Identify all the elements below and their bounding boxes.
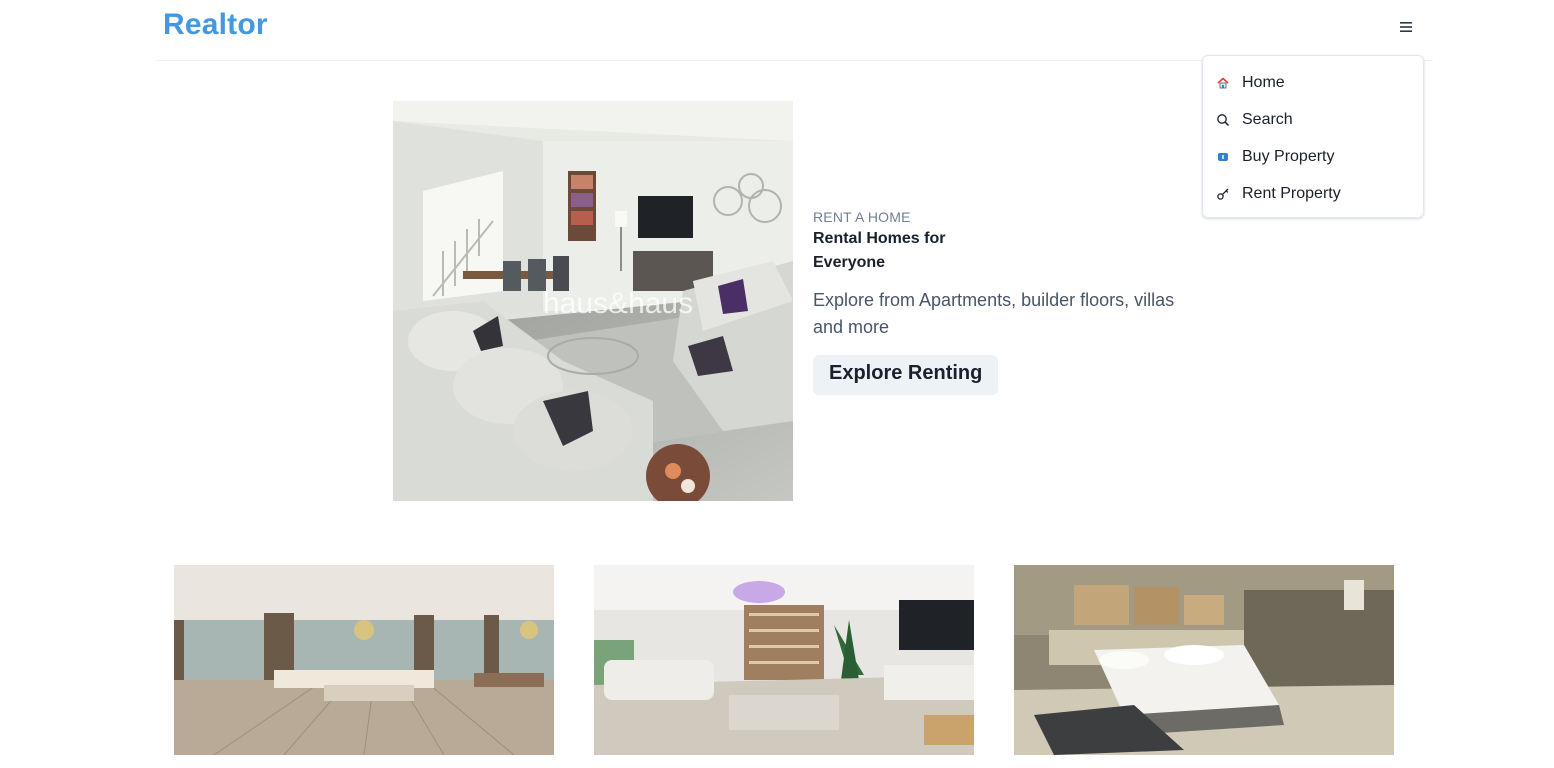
nav-dropdown-menu: Home Search Buy Property Rent Property [1202,55,1424,218]
banner-purpose: RENT A HOME [813,209,911,225]
menu-item-rent-property[interactable]: Rent Property [1203,175,1423,212]
menu-item-label: Buy Property [1242,147,1335,165]
brand-logo[interactable]: Realtor [163,8,268,42]
banner-title: Rental Homes for Everyone [813,230,946,271]
property-card-image[interactable] [594,565,974,755]
menu-item-label: Home [1242,73,1285,91]
buy-property-icon [1216,150,1230,164]
navbar: Realtor [155,0,1433,61]
image-watermark: haus&haus [543,287,693,320]
menu-item-label: Search [1242,110,1293,128]
hamburger-menu-icon[interactable] [1395,16,1417,38]
key-icon [1216,187,1230,201]
home-icon [1216,76,1230,90]
search-icon [1216,113,1230,127]
banner-image: haus&haus [393,101,793,501]
property-card-image[interactable] [174,565,554,755]
menu-item-buy-property[interactable]: Buy Property [1203,138,1423,175]
menu-item-search[interactable]: Search [1203,101,1423,138]
menu-item-label: Rent Property [1242,184,1341,202]
banner-text: RENT A HOME Rental Homes for Everyone Ex… [813,207,1193,395]
explore-renting-button[interactable]: Explore Renting [813,355,999,395]
menu-item-home[interactable]: Home [1203,64,1423,101]
banner-description: Explore from Apartments, builder floors,… [813,290,1175,337]
page: Realtor Home Search Buy Property Rent Pr… [0,0,1554,768]
property-card-image[interactable] [1014,565,1394,755]
